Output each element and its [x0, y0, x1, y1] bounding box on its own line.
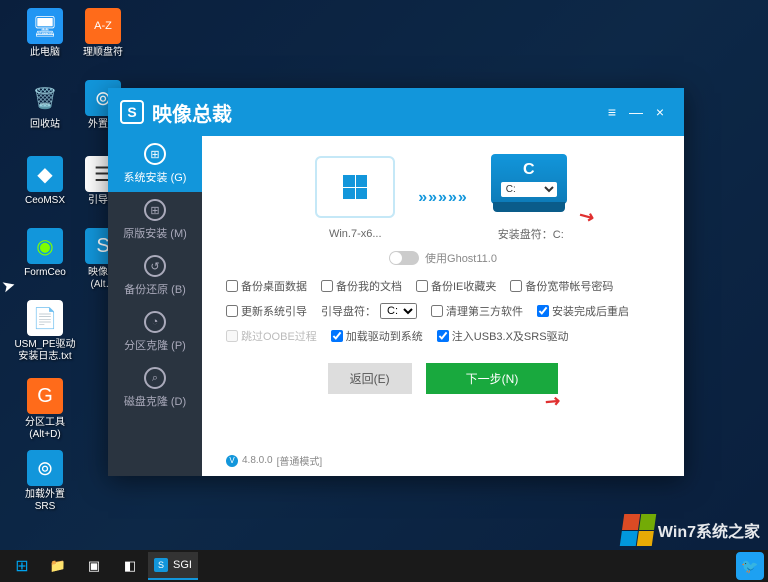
- ghost-toggle[interactable]: [389, 251, 419, 265]
- mode-text: [普通模式]: [277, 453, 323, 468]
- source-disk[interactable]: Win.7-x6...: [310, 156, 400, 240]
- version-icon: V: [226, 455, 238, 467]
- sidebar-item-backup-restore[interactable]: ↺ 备份还原 (B): [108, 248, 202, 304]
- options-row-2: 更新系统引导 引导盘符： C: 清理第三方软件 安装完成后重启: [226, 303, 660, 319]
- options-row-1: 备份桌面数据 备份我的文档 备份IE收藏夹 备份宽带帐号密码: [226, 278, 660, 294]
- desktop-icon-partition-tool[interactable]: G分区工具(Alt+D): [16, 378, 74, 441]
- sidebar-item-label: 备份还原 (B): [124, 281, 186, 297]
- sidebar-item-label: 原版安装 (M): [123, 225, 187, 241]
- ghost-toggle-row: 使用Ghost11.0: [226, 250, 660, 266]
- boot-drive-label: 引导盘符：: [321, 303, 376, 319]
- options: 备份桌面数据 备份我的文档 备份IE收藏夹 备份宽带帐号密码 更新系统引导 引导…: [226, 278, 660, 353]
- desktop-icon-this-pc[interactable]: 🖥此电脑: [20, 8, 70, 59]
- version-text: 4.8.0.0: [242, 455, 273, 466]
- opt-backup-desktop[interactable]: 备份桌面数据: [226, 278, 307, 294]
- search-icon: ⌕: [144, 367, 166, 389]
- sidebar-item-system-install[interactable]: ⊞ 系统安装 (G): [108, 136, 202, 192]
- opt-reboot-after[interactable]: 安装完成后重启: [537, 303, 629, 319]
- back-button[interactable]: 返回(E): [328, 363, 412, 394]
- sidebar-item-original-install[interactable]: ⊞ 原版安装 (M): [108, 192, 202, 248]
- options-row-3: 跳过OOBE过程 加载驱动到系统 注入USB3.X及SRS驱动: [226, 328, 660, 344]
- titlebar[interactable]: S 映像总裁 ≡ — ×: [108, 88, 684, 136]
- windows-logo-icon: [343, 175, 367, 199]
- drive-select[interactable]: C:: [501, 182, 557, 197]
- sidebar-item-label: 系统安装 (G): [124, 169, 187, 185]
- ghost-label: 使用Ghost11.0: [425, 250, 497, 266]
- opt-skip-oobe: 跳过OOBE过程: [226, 328, 317, 344]
- drive-letter: C: [523, 161, 535, 179]
- task-terminal[interactable]: ▣: [76, 552, 112, 580]
- desktop-icon-load-srs[interactable]: ⊚加载外置SRS: [16, 450, 74, 513]
- desktop-icon-formceo[interactable]: ◉FormCeo: [20, 228, 70, 279]
- boot-drive-select[interactable]: C:: [380, 303, 417, 319]
- app-logo-icon: S: [120, 100, 144, 124]
- next-button[interactable]: 下一步(N): [426, 363, 559, 394]
- restore-icon: ↺: [144, 255, 166, 277]
- opt-clean-third-party[interactable]: 清理第三方软件: [431, 303, 523, 319]
- target-disk: CC: 安装盘符：C: ↘: [486, 154, 576, 242]
- sidebar-item-label: 分区克隆 (P): [124, 337, 186, 353]
- target-label: 安装盘符：C:: [486, 226, 576, 242]
- desktop-icon-sort-drives[interactable]: A-Z理顺盘符: [78, 8, 128, 59]
- windows-flag-icon: [620, 514, 656, 546]
- taskbar: ⊞ 📁 ▣ ◧ SSGI 🐦: [0, 550, 768, 582]
- sidebar-item-label: 磁盘克隆 (D): [124, 393, 186, 409]
- start-button[interactable]: ⊞: [4, 552, 40, 580]
- app-window: S 映像总裁 ≡ — × ⊞ 系统安装 (G) ⊞ 原版安装 (M) ↺ 备份还原 (…: [108, 88, 684, 476]
- opt-backup-broadband[interactable]: 备份宽带帐号密码: [510, 278, 613, 294]
- opt-load-drivers[interactable]: 加载驱动到系统: [331, 328, 423, 344]
- desktop-icon-ceomsx[interactable]: ◆CeoMSX: [20, 156, 70, 207]
- menu-button[interactable]: ≡: [600, 100, 624, 124]
- task-explorer[interactable]: 📁: [40, 552, 76, 580]
- source-label: Win.7-x6...: [310, 228, 400, 240]
- task-sgi[interactable]: SSGI: [148, 552, 198, 580]
- watermark: Win7系统之家: [622, 514, 760, 546]
- sidebar-item-disk-clone[interactable]: ⌕ 磁盘克隆 (D): [108, 360, 202, 416]
- windows-icon: ⊞: [144, 143, 166, 165]
- arrow-icon: »»»»»: [418, 189, 468, 207]
- sidebar-item-partition-clone[interactable]: ◔ 分区克隆 (P): [108, 304, 202, 360]
- footer: V 4.8.0.0 [普通模式]: [226, 447, 660, 468]
- opt-inject-usb3[interactable]: 注入USB3.X及SRS驱动: [437, 328, 569, 344]
- opt-backup-docs[interactable]: 备份我的文档: [321, 278, 402, 294]
- opt-backup-ie[interactable]: 备份IE收藏夹: [416, 278, 496, 294]
- minimize-button[interactable]: —: [624, 100, 648, 124]
- desktop-icon-recycle-bin[interactable]: 🗑️回收站: [20, 80, 70, 131]
- tray-twitter-icon[interactable]: 🐦: [736, 552, 764, 580]
- main-panel: Win.7-x6... »»»»» C C: 安装盘符：C: ↘ 使用Ghost1…: [202, 136, 684, 476]
- opt-update-boot[interactable]: 更新系统引导: [226, 303, 307, 319]
- install-visual: Win.7-x6... »»»»» C C: 安装盘符：C: ↘: [226, 154, 660, 242]
- watermark-text: Win7系统之家: [658, 518, 760, 542]
- app-title: 映像总裁: [152, 98, 600, 127]
- button-row: 返回(E) 下一步(N) ↘: [226, 363, 660, 394]
- task-app[interactable]: ◧: [112, 552, 148, 580]
- sidebar: ⊞系统安装 (G) ⊞原版安装 (M) ↺备份还原 (B) ◔分区克隆 (P) …: [108, 136, 202, 476]
- pie-icon: ◔: [144, 311, 166, 333]
- desktop-icon-usm-log[interactable]: 📄USM_PE驱动安装日志.txt: [14, 300, 76, 363]
- tiles-icon: ⊞: [144, 199, 166, 221]
- close-button[interactable]: ×: [648, 100, 672, 124]
- annotation-arrow-icon: ↘: [574, 204, 598, 230]
